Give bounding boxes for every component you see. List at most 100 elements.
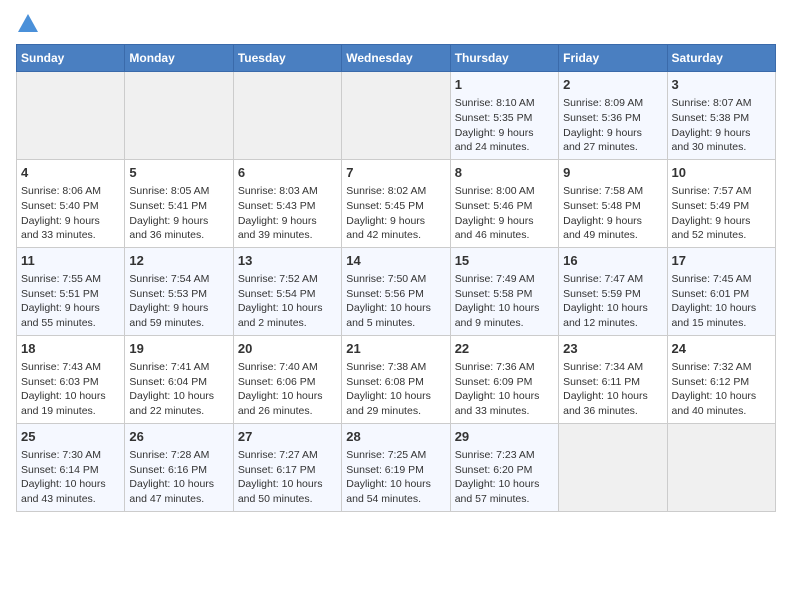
day-content-line: Daylight: 10 hours [129, 478, 214, 490]
day-content-line: and 39 minutes. [238, 229, 313, 241]
day-content-line: and 24 minutes. [455, 141, 530, 153]
calendar-day-cell [125, 72, 233, 160]
day-content-line: Sunrise: 7:32 AM [672, 361, 752, 373]
day-content: Sunrise: 7:55 AMSunset: 5:51 PMDaylight:… [21, 272, 120, 331]
day-content-line: Daylight: 10 hours [346, 390, 431, 402]
calendar-day-cell: 3Sunrise: 8:07 AMSunset: 5:38 PMDaylight… [667, 72, 775, 160]
day-number: 25 [21, 428, 120, 446]
day-number: 6 [238, 164, 337, 182]
day-content-line: Daylight: 9 hours [455, 215, 534, 227]
day-content-line: Sunrise: 8:02 AM [346, 185, 426, 197]
day-number: 12 [129, 252, 228, 270]
day-number: 28 [346, 428, 445, 446]
day-content-line: and 36 minutes. [563, 405, 638, 417]
day-content-line: Daylight: 9 hours [21, 302, 100, 314]
calendar-day-cell: 25 Sunrise: 7:30 AMSunset: 6:14 PMDayligh… [17, 423, 125, 511]
day-content: Sunrise: 7:41 AMSunset: 6:04 PMDaylight:… [129, 360, 228, 419]
day-content-line: Sunset: 5:54 PM [238, 288, 316, 300]
page-header [16, 16, 776, 32]
day-content: Sunrise: 8:09 AMSunset: 5:36 PMDaylight:… [563, 96, 662, 155]
day-content-line: and 27 minutes. [563, 141, 638, 153]
day-number: 23 [563, 340, 662, 358]
day-content-line: Sunset: 6:06 PM [238, 376, 316, 388]
day-content-line: Daylight: 10 hours [346, 478, 431, 490]
day-content-line: Daylight: 10 hours [455, 478, 540, 490]
day-content-line: Sunrise: 7:38 AM [346, 361, 426, 373]
day-content-line: Daylight: 10 hours [672, 390, 757, 402]
day-content-line: Sunrise: 8:03 AM [238, 185, 318, 197]
day-content-line: and 33 minutes. [21, 229, 96, 241]
day-content: Sunrise: 7:43 AMSunset: 6:03 PMDaylight:… [21, 360, 120, 419]
day-content-line: Sunrise: 8:05 AM [129, 185, 209, 197]
day-content-line: Sunset: 5:43 PM [238, 200, 316, 212]
calendar-day-cell: 14Sunrise: 7:50 AMSunset: 5:56 PMDayligh… [342, 247, 450, 335]
day-content-line: Sunset: 5:56 PM [346, 288, 424, 300]
weekday-header-tuesday: Tuesday [233, 45, 341, 72]
day-number: 3 [672, 76, 771, 94]
day-content-line: Sunset: 5:40 PM [21, 200, 99, 212]
calendar-day-cell: 20Sunrise: 7:40 AMSunset: 6:06 PMDayligh… [233, 335, 341, 423]
day-number: 27 [238, 428, 337, 446]
day-content-line: Sunset: 5:36 PM [563, 112, 641, 124]
day-content-line: Sunset: 5:59 PM [563, 288, 641, 300]
day-content: Sunrise: 7:32 AM Sunset: 6:12 PM Daylight:… [672, 360, 771, 419]
day-content-line: Sunrise: 7:34 AM [563, 361, 643, 373]
day-content-line: Daylight: 10 hours [672, 302, 757, 314]
calendar-day-cell: 18 Sunrise: 7:43 AMSunset: 6:03 PMDayligh… [17, 335, 125, 423]
day-content-line: Sunset: 6:20 PM [455, 464, 533, 476]
day-content: Sunrise: 7:30 AMSunset: 6:14 PMDaylight:… [21, 448, 120, 507]
day-content: Sunrise: 8:05 AMSunset: 5:41 PMDaylight:… [129, 184, 228, 243]
day-content-line: and 43 minutes. [21, 493, 96, 505]
calendar-day-cell: 5Sunrise: 8:05 AMSunset: 5:41 PMDaylight… [125, 159, 233, 247]
day-content: Sunrise: 7:58 AMSunset: 5:48 PMDaylight:… [563, 184, 662, 243]
day-content-line: and 5 minutes. [346, 317, 415, 329]
calendar-day-cell [559, 423, 667, 511]
day-content-line: Sunset: 5:49 PM [672, 200, 750, 212]
calendar-week-row: 1Sunrise: 8:10 AMSunset: 5:35 PMDaylight… [17, 72, 776, 160]
day-content: Sunrise: 7:45 AMSunset: 6:01 PMDaylight:… [672, 272, 771, 331]
day-content-line: Sunset: 5:51 PM [21, 288, 99, 300]
weekday-header-saturday: Saturday [667, 45, 775, 72]
day-content-line: and 26 minutes. [238, 405, 313, 417]
day-content-line: Sunset: 6:12 PM [672, 376, 750, 388]
day-content: Sunrise: 7:40 AMSunset: 6:06 PMDaylight:… [238, 360, 337, 419]
day-content-line: and 59 minutes. [129, 317, 204, 329]
day-content-line: Daylight: 9 hours [129, 302, 208, 314]
day-content-line: Daylight: 10 hours [238, 302, 323, 314]
day-content-line: Daylight: 10 hours [21, 478, 106, 490]
day-content-line: Sunrise: 8:00 AM [455, 185, 535, 197]
day-content-line: and 29 minutes. [346, 405, 421, 417]
day-content-line: Daylight: 10 hours [563, 302, 648, 314]
day-content-line: and 52 minutes. [672, 229, 747, 241]
calendar-day-cell [342, 72, 450, 160]
day-number: 2 [563, 76, 662, 94]
weekday-header-wednesday: Wednesday [342, 45, 450, 72]
calendar-day-cell: 4Sunrise: 8:06 AMSunset: 5:40 PMDaylight… [17, 159, 125, 247]
calendar-day-cell: 10Sunrise: 7:57 AMSunset: 5:49 PMDayligh… [667, 159, 775, 247]
day-number: 29 [455, 428, 554, 446]
day-content-line: Sunrise: 8:09 AM [563, 97, 643, 109]
day-content-line: and 9 minutes. [455, 317, 524, 329]
calendar-day-cell: 11Sunrise: 7:55 AMSunset: 5:51 PMDayligh… [17, 247, 125, 335]
day-content-line: Daylight: 10 hours [238, 478, 323, 490]
day-content-line: Sunset: 5:41 PM [129, 200, 207, 212]
day-content-line: Sunset: 5:53 PM [129, 288, 207, 300]
day-number: 21 [346, 340, 445, 358]
day-content-line: Sunrise: 7:54 AM [129, 273, 209, 285]
day-content-line: Daylight: 10 hours [129, 390, 214, 402]
day-content: Sunrise: 7:34 AMSunset: 6:11 PMDaylight:… [563, 360, 662, 419]
weekday-header-friday: Friday [559, 45, 667, 72]
day-number: 1 [455, 76, 554, 94]
calendar-day-cell: 26Sunrise: 7:28 AMSunset: 6:16 PMDayligh… [125, 423, 233, 511]
day-content-line: and 46 minutes. [455, 229, 530, 241]
day-content: Sunrise: 7:50 AMSunset: 5:56 PMDaylight:… [346, 272, 445, 331]
calendar-body: 1Sunrise: 8:10 AMSunset: 5:35 PMDaylight… [17, 72, 776, 512]
calendar-table: SundayMondayTuesdayWednesdayThursdayFrid… [16, 44, 776, 512]
day-content-line: Daylight: 10 hours [21, 390, 106, 402]
day-content-line: Daylight: 9 hours [672, 215, 751, 227]
day-content-line: Sunset: 5:35 PM [455, 112, 533, 124]
day-content-line: Sunrise: 7:23 AM [455, 449, 535, 461]
logo [16, 16, 38, 32]
calendar-day-cell: 8Sunrise: 8:00 AMSunset: 5:46 PMDaylight… [450, 159, 558, 247]
day-number: 18 [21, 340, 120, 358]
